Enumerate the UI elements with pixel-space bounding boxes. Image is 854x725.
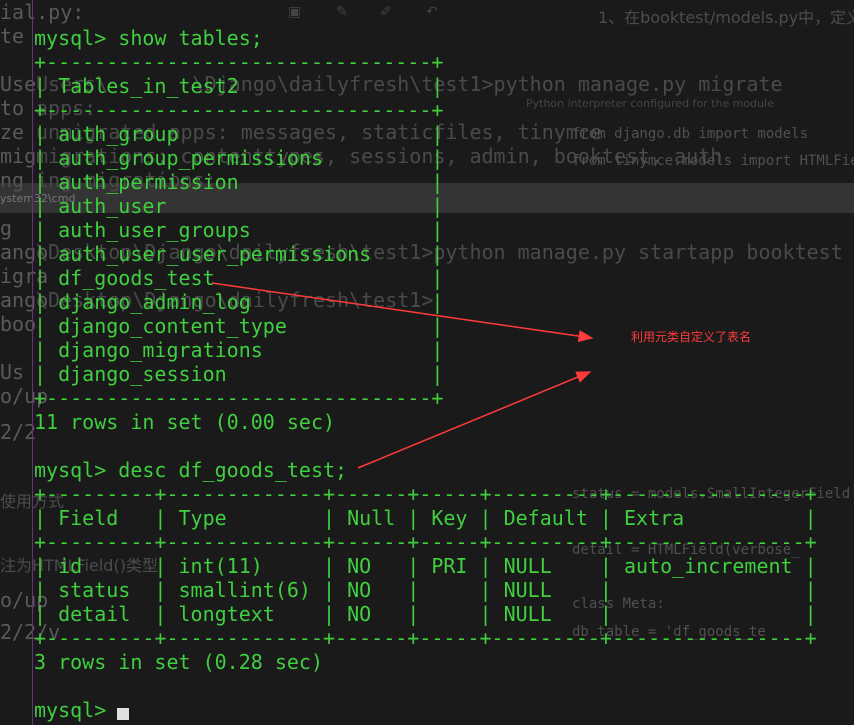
annotation-arrows	[211, 282, 594, 469]
arrow-from-table-name	[211, 282, 594, 343]
annotation-label: 利用元类自定义了表名	[631, 330, 752, 344]
arrow-from-desc-command	[357, 371, 592, 469]
